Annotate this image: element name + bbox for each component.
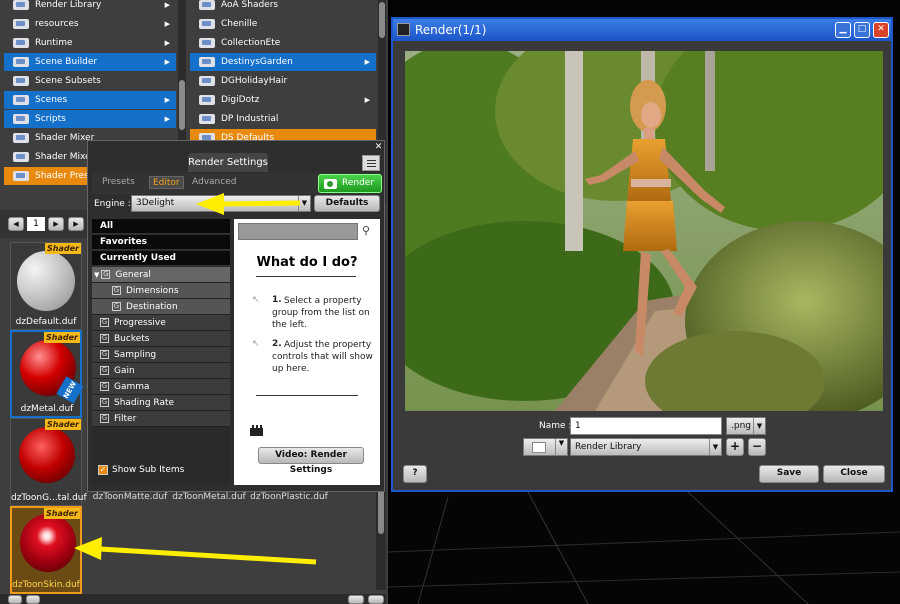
arrow-to-toon-skin (74, 537, 317, 565)
annotation-overlay (74, 193, 317, 565)
arrow-to-engine (196, 193, 301, 215)
